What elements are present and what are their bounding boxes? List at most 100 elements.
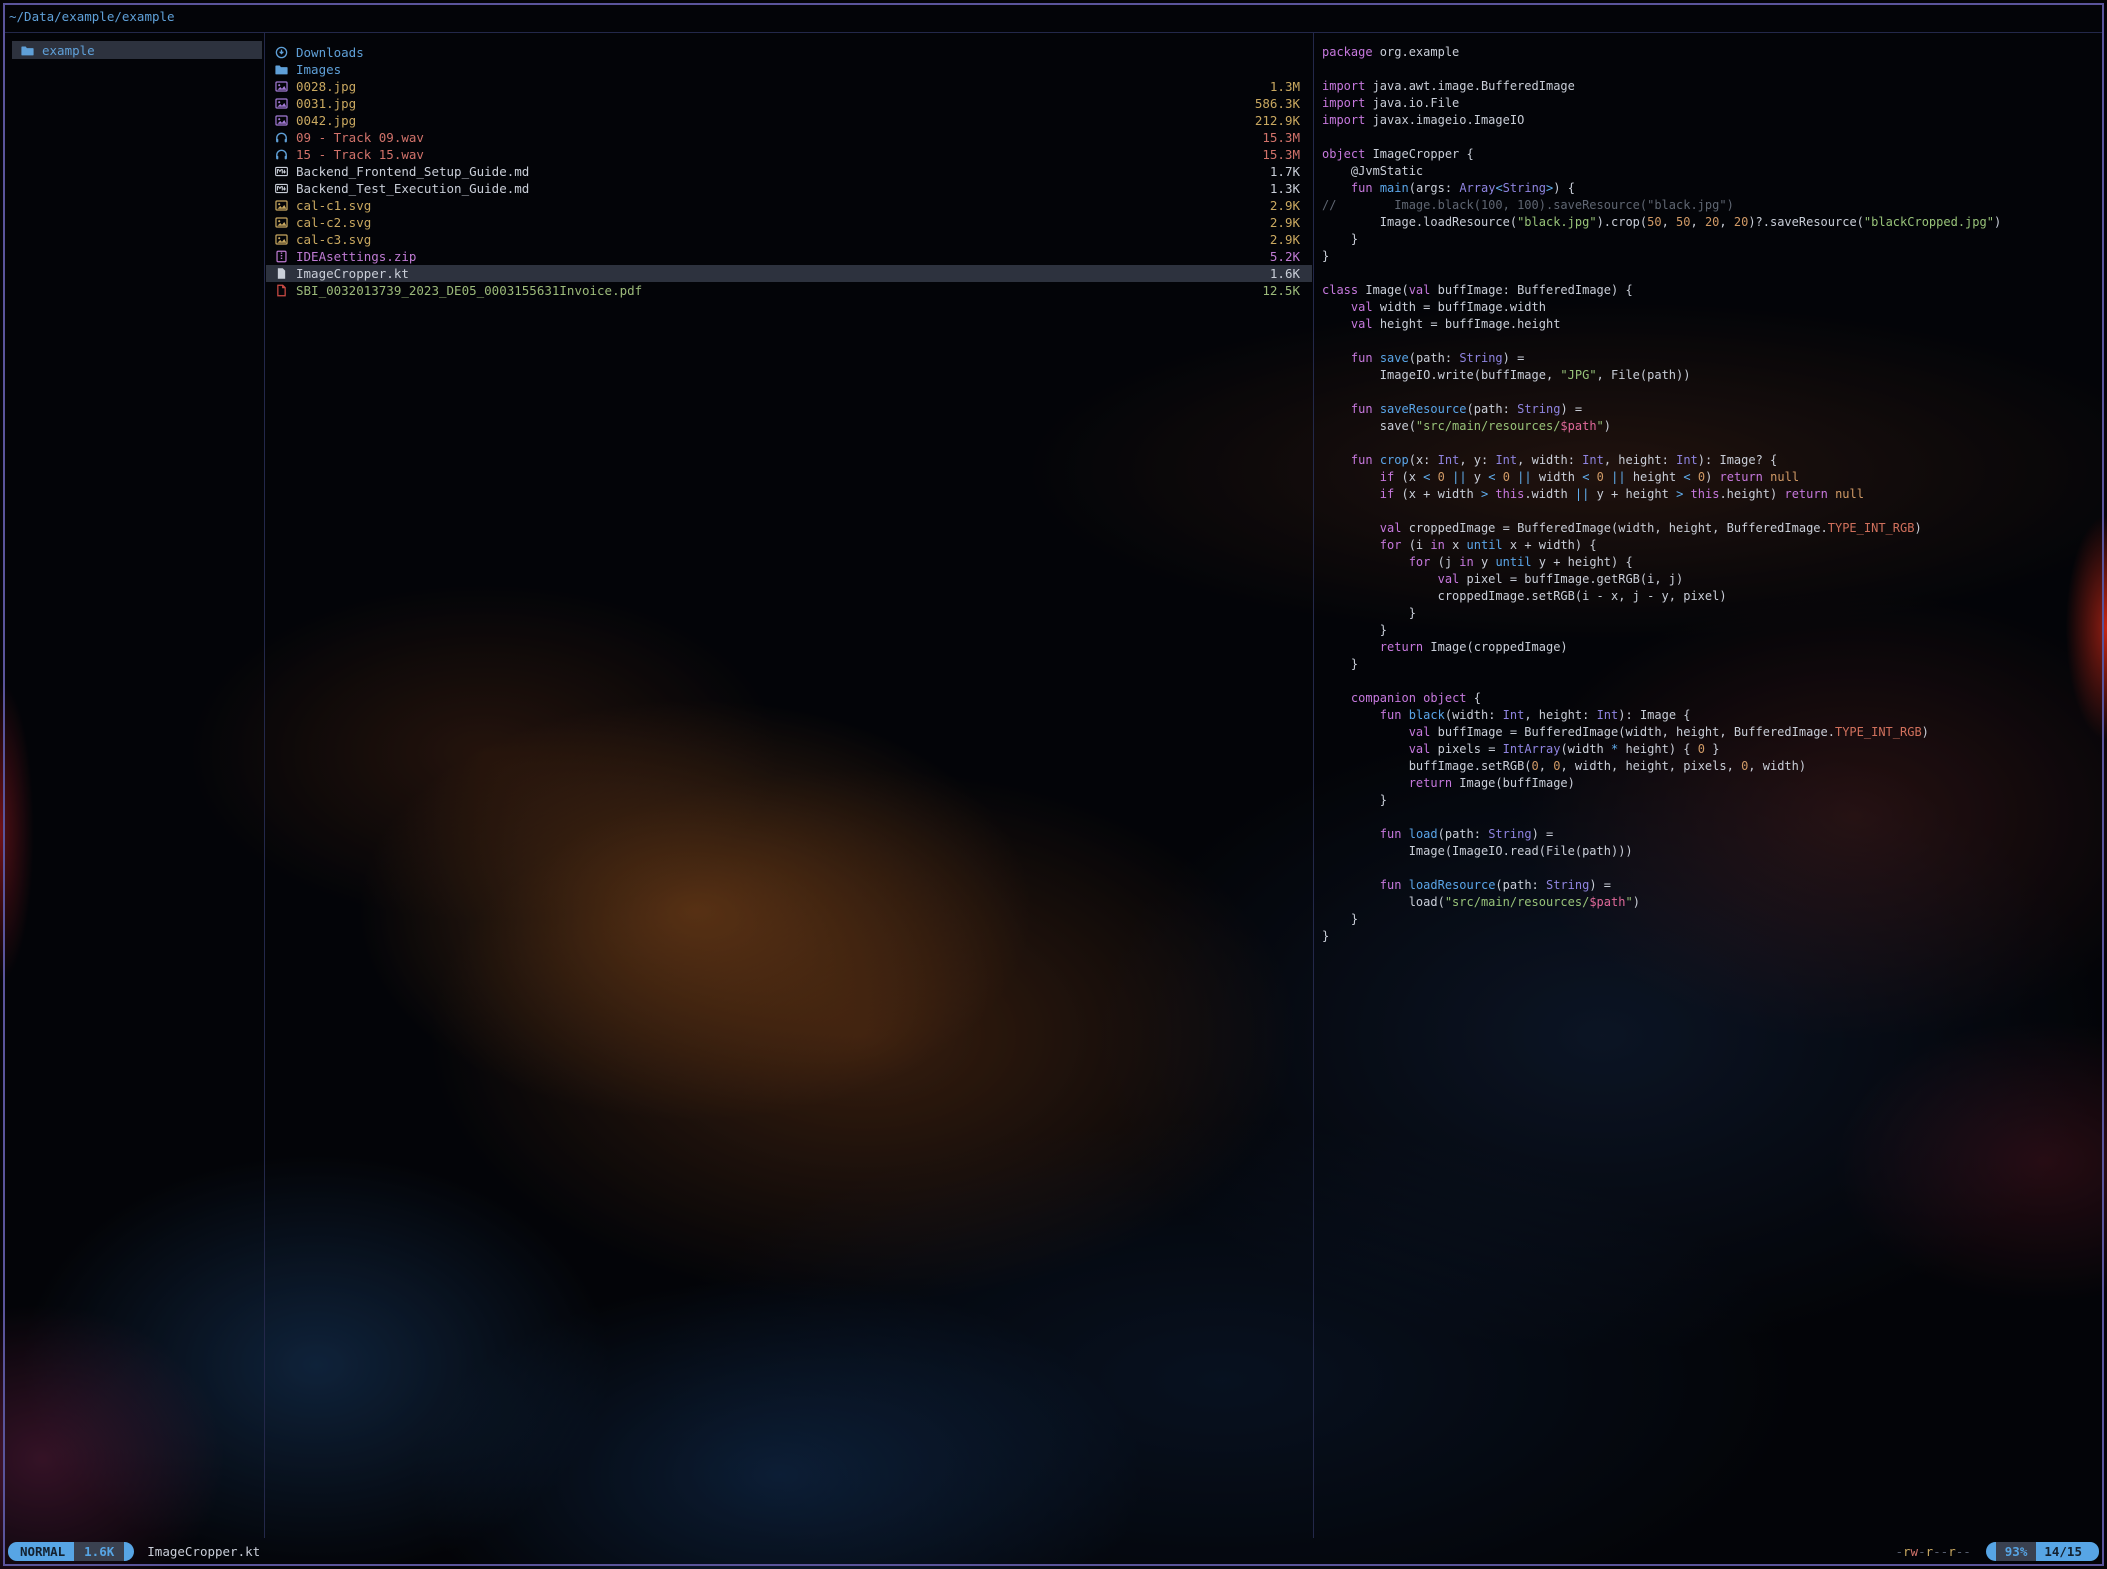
code-line: // Image.black(100, 100).saveResource("b… bbox=[1322, 197, 2096, 214]
current-path-title: ~/Data/example/example bbox=[9, 9, 175, 24]
code-line: fun crop(x: Int, y: Int, width: Int, hei… bbox=[1322, 452, 2096, 469]
code-line: import java.awt.image.BufferedImage bbox=[1322, 78, 2096, 95]
file-name: 0042.jpg bbox=[296, 113, 1245, 128]
code-line: } bbox=[1322, 792, 2096, 809]
code-line: } bbox=[1322, 248, 2096, 265]
file-list-row[interactable]: Backend_Test_Execution_Guide.md 1.3K bbox=[266, 180, 1312, 197]
file-name: 15 - Track 15.wav bbox=[296, 147, 1252, 162]
file-list-row[interactable]: cal-c2.svg2.9K bbox=[266, 214, 1312, 231]
pane-separator-left bbox=[264, 33, 265, 1538]
code-line: return Image(croppedImage) bbox=[1322, 639, 2096, 656]
code-line: } bbox=[1322, 911, 2096, 928]
file-list-row[interactable]: IDEAsettings.zip5.2K bbox=[266, 248, 1312, 265]
file-name: cal-c3.svg bbox=[296, 232, 1260, 247]
folder-icon bbox=[275, 63, 288, 76]
code-line: fun loadResource(path: String) = bbox=[1322, 877, 2096, 894]
file-list-row[interactable]: 0042.jpg 212.9K bbox=[266, 112, 1312, 129]
image-icon bbox=[275, 233, 288, 246]
code-line bbox=[1322, 503, 2096, 520]
scroll-percent-badge: 93% bbox=[1996, 1542, 2037, 1561]
pane-separator-right bbox=[1313, 33, 1314, 1538]
code-line: val croppedImage = BufferedImage(width, … bbox=[1322, 520, 2096, 537]
code-line: } bbox=[1322, 622, 2096, 639]
file-list-pane: Downloads Images 0028.jpg 1.3M0031.jpg586.3… bbox=[266, 44, 1312, 299]
code-line: companion object { bbox=[1322, 690, 2096, 707]
code-line: fun load(path: String) = bbox=[1322, 826, 2096, 843]
code-line: return Image(buffImage) bbox=[1322, 775, 2096, 792]
code-line: Image.loadResource("black.jpg").crop(50,… bbox=[1322, 214, 2096, 231]
file-list-row[interactable]: 09 - Track 09.wav 15.3M bbox=[266, 129, 1312, 146]
file-list-row[interactable]: cal-c3.svg2.9K bbox=[266, 231, 1312, 248]
file-size: 1.3K bbox=[1270, 181, 1300, 196]
image-icon bbox=[275, 114, 288, 127]
code-line: @JvmStatic bbox=[1322, 163, 2096, 180]
file-list-row[interactable]: Backend_Frontend_Setup_Guide.md1.7K bbox=[266, 163, 1312, 180]
file-position-badge: 14/15 bbox=[2036, 1542, 2090, 1561]
file-size: 212.9K bbox=[1255, 113, 1300, 128]
code-line bbox=[1322, 265, 2096, 282]
code-line: val pixel = buffImage.getRGB(i, j) bbox=[1322, 571, 2096, 588]
code-line: } bbox=[1322, 605, 2096, 622]
file-list-row[interactable]: 0028.jpg 1.3M bbox=[266, 78, 1312, 95]
file-list-row[interactable]: cal-c1.svg 2.9K bbox=[266, 197, 1312, 214]
file-name: Backend_Test_Execution_Guide.md bbox=[296, 181, 1260, 196]
status-bar: NORMAL 1.6K ImageCropper.kt -rw-r--r-- 9… bbox=[8, 1542, 2099, 1561]
file-name: 09 - Track 09.wav bbox=[296, 130, 1252, 145]
file-size: 15.3M bbox=[1262, 147, 1300, 162]
file-name: IDEAsettings.zip bbox=[296, 249, 1260, 264]
parent-dir-row[interactable]: example bbox=[12, 41, 262, 59]
file-size: 15.3M bbox=[1262, 130, 1300, 145]
code-line: fun black(width: Int, height: Int): Imag… bbox=[1322, 707, 2096, 724]
folder-icon bbox=[21, 44, 34, 57]
code-line: buffImage.setRGB(0, 0, width, height, pi… bbox=[1322, 758, 2096, 775]
selected-filename: ImageCropper.kt bbox=[147, 1544, 260, 1559]
code-line: } bbox=[1322, 231, 2096, 248]
code-line bbox=[1322, 333, 2096, 350]
title-separator bbox=[5, 32, 2102, 33]
file-list-row[interactable]: ImageCropper.kt1.6K bbox=[266, 265, 1312, 282]
code-line: import javax.imageio.ImageIO bbox=[1322, 112, 2096, 129]
file-permissions: -rw-r--r-- bbox=[1895, 1544, 1970, 1559]
file-list-row[interactable]: 15 - Track 15.wav 15.3M bbox=[266, 146, 1312, 163]
file-size: 1.3M bbox=[1270, 79, 1300, 94]
file-list-row[interactable]: Images bbox=[266, 61, 1312, 78]
file-size-badge: 1.6K bbox=[74, 1542, 124, 1561]
file-list-row[interactable]: Downloads bbox=[266, 44, 1312, 61]
file-name: Downloads bbox=[296, 45, 1300, 60]
markdown-icon bbox=[275, 165, 288, 178]
code-line bbox=[1322, 860, 2096, 877]
code-line: val width = buffImage.width bbox=[1322, 299, 2096, 316]
file-icon bbox=[275, 267, 288, 280]
image-icon bbox=[275, 80, 288, 93]
file-size: 1.7K bbox=[1270, 164, 1300, 179]
code-line: val height = buffImage.height bbox=[1322, 316, 2096, 333]
markdown-icon bbox=[275, 182, 288, 195]
code-line: class Image(val buffImage: BufferedImage… bbox=[1322, 282, 2096, 299]
powerline-arrow-left-icon bbox=[1986, 1542, 1996, 1561]
powerline-arrow-right-icon bbox=[124, 1542, 134, 1561]
code-line: save("src/main/resources/$path") bbox=[1322, 418, 2096, 435]
status-left-group: NORMAL 1.6K ImageCropper.kt bbox=[8, 1542, 260, 1561]
code-line: val pixels = IntArray(width * height) { … bbox=[1322, 741, 2096, 758]
code-line: } bbox=[1322, 928, 2096, 945]
code-line: val buffImage = BufferedImage(width, hei… bbox=[1322, 724, 2096, 741]
file-list-row[interactable]: 0031.jpg586.3K bbox=[266, 95, 1312, 112]
status-right-group: -rw-r--r-- 93% 14/15 bbox=[1895, 1542, 2099, 1561]
folder-download-icon bbox=[275, 46, 288, 59]
file-list-row[interactable]: SBI_0032013739_2023_DE05_0003155631Invoi… bbox=[266, 282, 1312, 299]
code-line bbox=[1322, 61, 2096, 78]
file-name: cal-c2.svg bbox=[296, 215, 1260, 230]
file-size: 2.9K bbox=[1270, 198, 1300, 213]
file-name: example bbox=[42, 43, 250, 58]
file-name: ImageCropper.kt bbox=[296, 266, 1260, 281]
file-size: 586.3K bbox=[1255, 96, 1300, 111]
code-line: package org.example bbox=[1322, 44, 2096, 61]
code-line: import java.io.File bbox=[1322, 95, 2096, 112]
image-icon bbox=[275, 97, 288, 110]
file-name: Images bbox=[296, 62, 1300, 77]
file-name: 0028.jpg bbox=[296, 79, 1260, 94]
code-line: croppedImage.setRGB(i - x, j - y, pixel) bbox=[1322, 588, 2096, 605]
code-line: fun save(path: String) = bbox=[1322, 350, 2096, 367]
file-name: cal-c1.svg bbox=[296, 198, 1260, 213]
code-line bbox=[1322, 129, 2096, 146]
